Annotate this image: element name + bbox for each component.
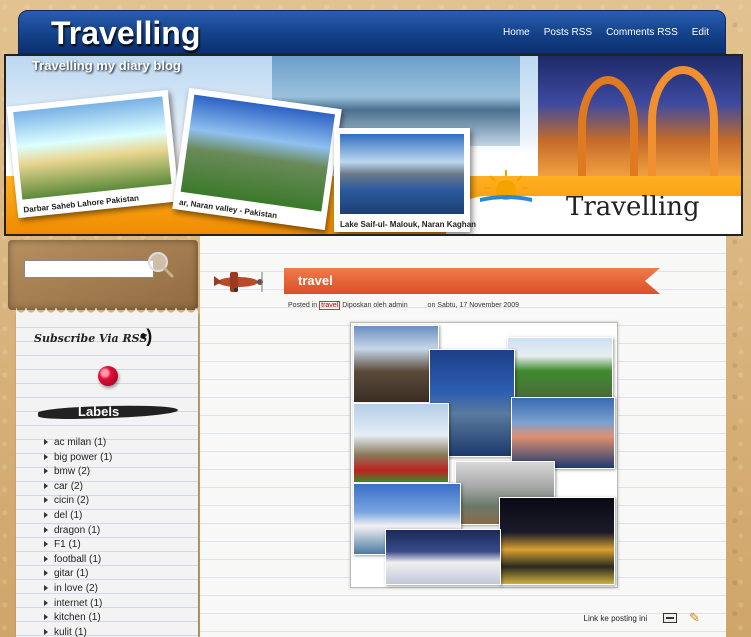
banner-photo-lahore: Darbar Saheb Lahore Pakistan xyxy=(6,89,180,219)
label-count: (1) xyxy=(89,553,102,565)
site-title[interactable]: Travelling xyxy=(51,15,200,52)
pin-icon xyxy=(98,366,118,386)
list-item: dragon (1) xyxy=(44,524,112,539)
post-footer: Link ke posting ini ✎ xyxy=(584,610,701,626)
banner-tagline: Travelling my diary blog xyxy=(32,58,181,73)
post-title[interactable]: travel xyxy=(298,273,333,288)
post-image[interactable] xyxy=(350,322,618,588)
list-item: internet (1) xyxy=(44,597,112,612)
subscribe-rss-link[interactable]: Subscribe Via RSS xyxy=(34,332,147,345)
post-meta: Posted in travel Diposkan oleh admin on … xyxy=(288,301,519,310)
list-item: kitchen (1) xyxy=(44,611,112,626)
list-item: in love (2) xyxy=(44,582,112,597)
label-link[interactable]: dragon xyxy=(54,525,85,536)
pencil-icon[interactable]: ✎ xyxy=(689,610,700,626)
search-icon[interactable] xyxy=(146,250,174,278)
banner-photo-naran: ar, Naran valley - Pakistan xyxy=(172,87,342,231)
label-link[interactable]: kitchen xyxy=(54,612,86,623)
list-item: ac milan (1) xyxy=(44,436,112,451)
site-header: Travelling Home Posts RSS Comments RSS E… xyxy=(18,10,726,54)
label-count: (1) xyxy=(68,539,81,551)
nav-home[interactable]: Home xyxy=(503,27,530,38)
banner-word: Travelling xyxy=(566,192,700,222)
photo-caption: Lake Saif-ul- Malouk, Naran Kaghan xyxy=(340,220,477,229)
link-icon[interactable] xyxy=(663,613,678,623)
post-date: on Sabtu, 17 November 2009 xyxy=(427,302,519,309)
posted-in-label: Posted in xyxy=(288,302,318,309)
label-link[interactable]: gitar xyxy=(54,568,73,579)
post-tag-link[interactable]: travel xyxy=(319,301,341,310)
label-link[interactable]: football xyxy=(54,554,86,565)
label-count: (1) xyxy=(90,597,103,609)
label-link[interactable]: car xyxy=(54,481,68,492)
search-input[interactable] xyxy=(24,260,154,278)
collage-tile xyxy=(353,325,439,403)
label-count: (2) xyxy=(85,582,98,594)
label-list: ac milan (1) big power (1) bmw (2) car (… xyxy=(44,436,112,637)
airplane-icon xyxy=(214,272,263,292)
labels-title: Labels xyxy=(78,404,120,419)
labels-heading: Labels xyxy=(37,400,179,426)
torn-edge xyxy=(16,308,198,316)
collage-tile xyxy=(385,529,501,585)
monument-arch xyxy=(648,66,718,176)
label-count: (1) xyxy=(70,509,83,521)
label-link[interactable]: ac milan xyxy=(54,437,91,448)
collage-tile xyxy=(499,497,615,585)
collage-tile xyxy=(507,337,613,399)
label-count: (1) xyxy=(87,524,101,536)
search-widget xyxy=(8,240,198,310)
nav-posts-rss[interactable]: Posts RSS xyxy=(544,27,592,38)
label-link[interactable]: internet xyxy=(54,598,87,609)
label-count: (1) xyxy=(74,626,87,637)
collage-tile xyxy=(511,397,615,469)
banner-monument-photo xyxy=(538,56,741,176)
label-count: (1) xyxy=(100,451,113,463)
label-link[interactable]: del xyxy=(54,510,67,521)
list-item: football (1) xyxy=(44,553,112,568)
sidebar: Subscribe Via RSS •) Labels ac milan (1)… xyxy=(16,308,198,637)
monument-arch xyxy=(578,76,638,176)
label-link[interactable]: F1 xyxy=(54,539,66,550)
list-item: cicin (2) xyxy=(44,494,112,509)
list-item: bmw (2) xyxy=(44,465,112,480)
post-title-ribbon: travel xyxy=(284,268,660,294)
banner-photo-lake: Lake Saif-ul- Malouk, Naran Kaghan xyxy=(334,128,476,232)
label-count: (1) xyxy=(88,612,101,624)
label-count: (1) xyxy=(94,437,107,448)
list-item: gitar (1) xyxy=(44,567,112,582)
rss-icon[interactable]: •) xyxy=(140,326,152,347)
main-content: travel Posted in travel Diposkan oleh ad… xyxy=(200,236,726,637)
label-count: (2) xyxy=(76,495,90,507)
header-banner: Darbar Saheb Lahore Pakistan ar, Naran v… xyxy=(4,54,743,236)
label-count: (2) xyxy=(70,480,83,492)
top-nav: Home Posts RSS Comments RSS Edit xyxy=(503,27,709,38)
list-item: F1 (1) xyxy=(44,538,112,553)
label-count: (1) xyxy=(76,568,89,580)
label-link[interactable]: big power xyxy=(54,452,97,463)
permalink-label: Link ke posting ini xyxy=(583,613,648,623)
collage-tile xyxy=(353,403,449,483)
list-item: car (2) xyxy=(44,480,112,495)
post-author: Diposkan oleh admin xyxy=(342,302,408,309)
nav-edit[interactable]: Edit xyxy=(692,27,709,38)
label-link[interactable]: kulit xyxy=(54,627,72,637)
list-item: kulit (1) xyxy=(44,626,112,637)
label-link[interactable]: in love xyxy=(54,583,83,594)
list-item: big power (1) xyxy=(44,451,112,466)
nav-comments-rss[interactable]: Comments RSS xyxy=(606,27,678,38)
label-link[interactable]: cicin xyxy=(54,495,74,506)
label-link[interactable]: bmw xyxy=(54,466,75,477)
list-item: del (1) xyxy=(44,509,112,524)
sun-logo-icon xyxy=(480,170,532,202)
label-count: (2) xyxy=(77,466,91,478)
